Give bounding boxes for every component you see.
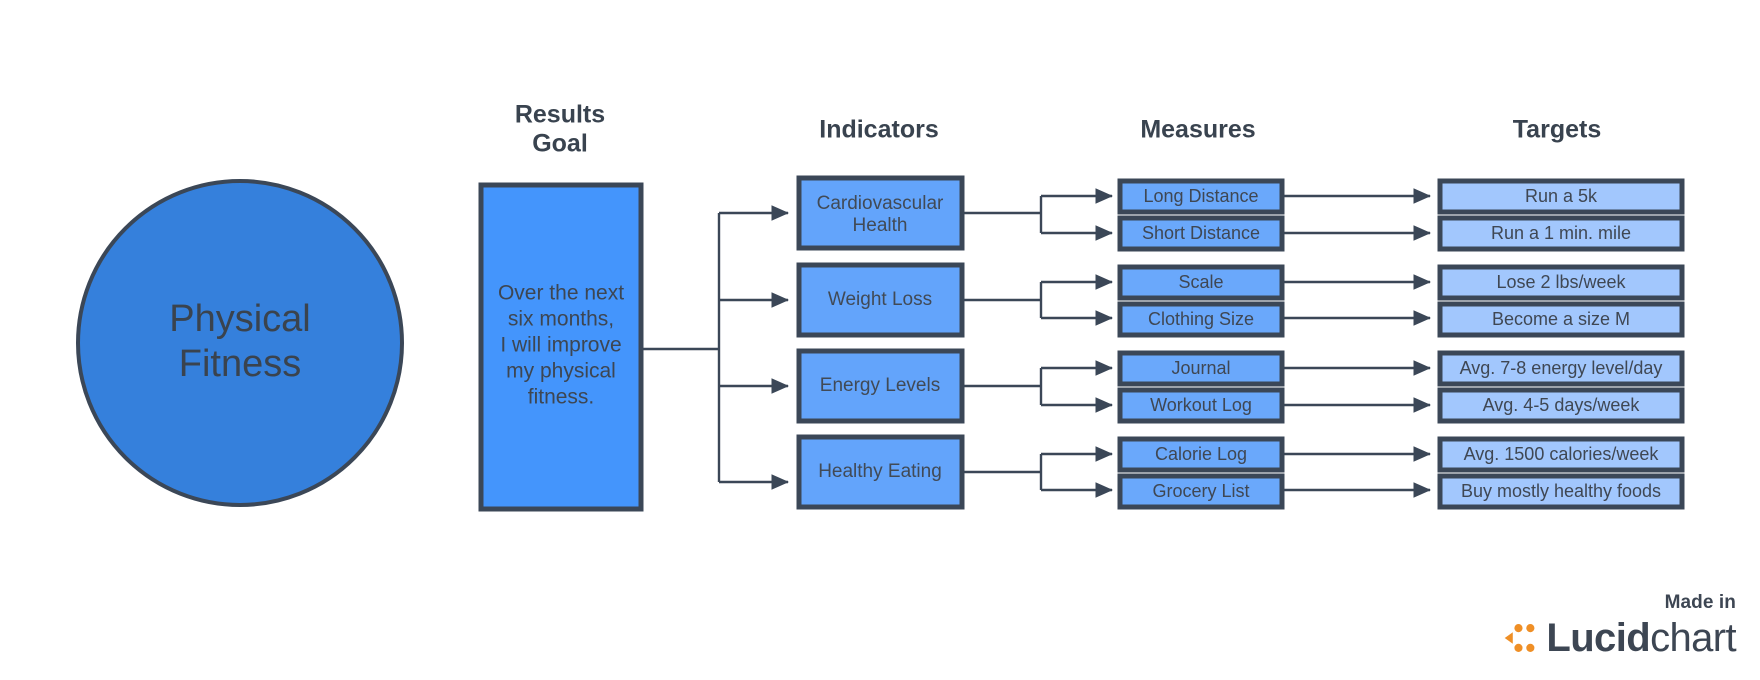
node-indicator-energy-levels[interactable]: Energy Levels xyxy=(796,348,965,424)
measure-long-distance-label: Long Distance xyxy=(1143,186,1258,206)
results-goal-line-1: Over the next xyxy=(498,282,624,305)
node-target-run-a-5k[interactable]: Run a 5k xyxy=(1437,178,1685,215)
node-measure-scale[interactable]: Scale xyxy=(1117,264,1285,301)
node-measure-short-distance[interactable]: Short Distance xyxy=(1117,215,1285,252)
target-avg-7-8-energy-level-day-label: Avg. 7-8 energy level/day xyxy=(1460,358,1663,378)
target-avg-1500-calories-week-label: Avg. 1500 calories/week xyxy=(1464,444,1660,464)
target-avg-4-5-days-week-label: Avg. 4-5 days/week xyxy=(1483,395,1641,415)
node-target-become-a-size-m[interactable]: Become a size M xyxy=(1437,301,1685,338)
diagram-root: Results Goal Indicators Measures Targets xyxy=(0,0,1760,680)
node-target-run-a-1-min-mile[interactable]: Run a 1 min. mile xyxy=(1437,215,1685,252)
node-measure-clothing-size[interactable]: Clothing Size xyxy=(1117,301,1285,338)
lucidchart-credit: Made in Lucidchart xyxy=(1499,592,1737,658)
node-indicator-weight-loss[interactable]: Weight Loss xyxy=(796,262,965,338)
target-buy-mostly-healthy-foods-label: Buy mostly healthy foods xyxy=(1461,481,1661,501)
connectors-goal-to-indicators xyxy=(641,205,790,490)
measure-scale-label: Scale xyxy=(1178,272,1223,292)
target-run-a-5k-label: Run a 5k xyxy=(1525,186,1598,206)
lucidchart-logo-row: Lucidchart xyxy=(1499,618,1737,658)
measure-clothing-size-label: Clothing Size xyxy=(1148,309,1254,329)
node-measure-grocery-list[interactable]: Grocery List xyxy=(1117,473,1285,510)
column-headers: Results Goal Indicators Measures Targets xyxy=(515,101,1601,158)
measure-calorie-log-label: Calorie Log xyxy=(1155,444,1247,464)
physical-fitness-label-line-2: Fitness xyxy=(179,343,301,385)
target-become-a-size-m-label: Become a size M xyxy=(1492,309,1630,329)
indicator-cardiovascular-health-label-line-2: Health xyxy=(853,215,908,236)
node-indicator-cardiovascular-health[interactable]: Cardiovascular Health xyxy=(796,175,965,251)
target-lose-2-lbs-week-label: Lose 2 lbs/week xyxy=(1496,272,1626,292)
measure-short-distance-label: Short Distance xyxy=(1142,223,1260,243)
node-target-buy-mostly-healthy-foods[interactable]: Buy mostly healthy foods xyxy=(1437,473,1685,510)
indicator-cardiovascular-health-label-line-1: Cardiovascular xyxy=(817,193,944,214)
measure-grocery-list-label: Grocery List xyxy=(1152,481,1249,501)
results-goal-line-3: I will improve xyxy=(500,334,621,357)
column-header-results-goal-line-2: Goal xyxy=(532,130,588,158)
column-header-measures: Measures xyxy=(1140,116,1255,144)
node-physical-fitness[interactable]: Physical Fitness xyxy=(76,179,404,507)
results-goal-line-2: six months, xyxy=(508,308,614,331)
indicator-healthy-eating-label: Healthy Eating xyxy=(818,461,942,482)
node-target-lose-2-lbs-week[interactable]: Lose 2 lbs/week xyxy=(1437,264,1685,301)
indicator-energy-levels-label: Energy Levels xyxy=(820,375,940,396)
lucidchart-wordmark: Lucidchart xyxy=(1546,618,1736,658)
node-measure-journal[interactable]: Journal xyxy=(1117,350,1285,387)
connectors-measures-to-targets xyxy=(1282,188,1432,498)
node-measure-calorie-log[interactable]: Calorie Log xyxy=(1117,436,1285,473)
node-measure-workout-log[interactable]: Workout Log xyxy=(1117,387,1285,424)
node-target-avg-4-5-days-week[interactable]: Avg. 4-5 days/week xyxy=(1437,387,1685,424)
lucidchart-wordmark-light: chart xyxy=(1650,616,1737,660)
lucidchart-wordmark-bold: Lucid xyxy=(1546,616,1651,660)
diagram-canvas: Results Goal Indicators Measures Targets xyxy=(76,101,1685,512)
results-goal-line-5: fitness. xyxy=(528,386,595,409)
column-header-targets: Targets xyxy=(1513,116,1601,144)
node-target-avg-1500-calories-week[interactable]: Avg. 1500 calories/week xyxy=(1437,436,1685,473)
measure-journal-label: Journal xyxy=(1171,358,1230,378)
column-header-results-goal-line-1: Results xyxy=(515,101,605,129)
node-measure-long-distance[interactable]: Long Distance xyxy=(1117,178,1285,215)
node-results-goal[interactable]: Over the next six months, I will improve… xyxy=(478,182,644,512)
lucidchart-logo-icon xyxy=(1505,624,1535,652)
results-goal-line-4: my physical xyxy=(506,360,616,383)
column-header-indicators: Indicators xyxy=(819,116,938,144)
node-target-avg-7-8-energy-level-day[interactable]: Avg. 7-8 energy level/day xyxy=(1437,350,1685,387)
indicator-weight-loss-label: Weight Loss xyxy=(828,289,932,310)
target-run-a-1-min-mile-label: Run a 1 min. mile xyxy=(1491,223,1631,243)
measure-workout-log-label: Workout Log xyxy=(1150,395,1252,415)
physical-fitness-label-line-1: Physical xyxy=(169,298,311,340)
node-indicator-healthy-eating[interactable]: Healthy Eating xyxy=(796,434,965,510)
connectors-indicators-to-measures xyxy=(962,188,1114,498)
made-in-label: Made in xyxy=(1664,592,1736,613)
column-header-results-goal: Results Goal xyxy=(515,101,605,158)
